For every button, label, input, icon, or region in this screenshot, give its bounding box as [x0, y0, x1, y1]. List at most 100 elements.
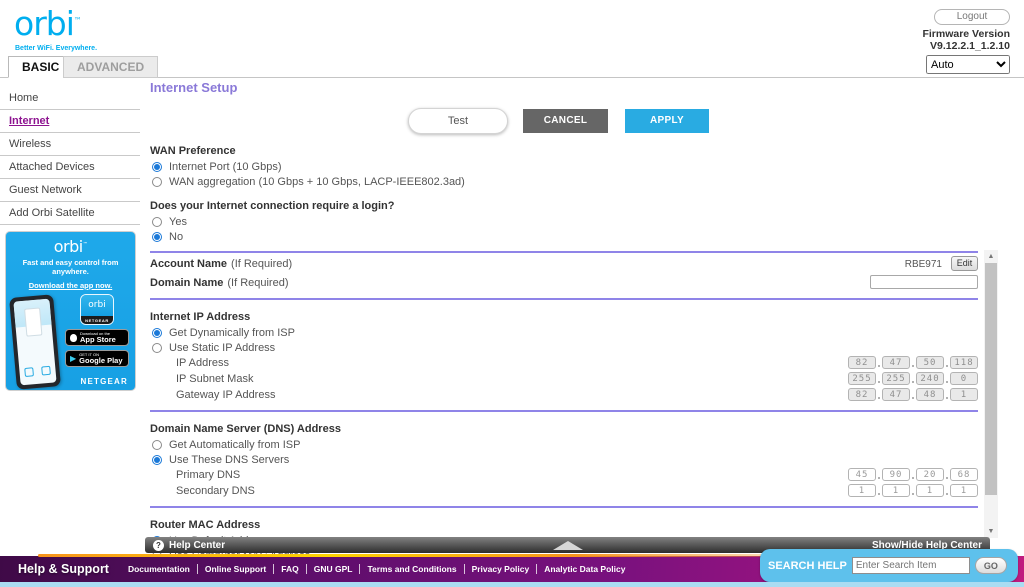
sidebar-item-home[interactable]: Home: [0, 87, 140, 110]
sidebar-item-internet[interactable]: Internet: [0, 110, 140, 133]
footer: Help & Support Documentation Online Supp…: [0, 556, 1024, 582]
play-icon: ▶: [70, 355, 76, 363]
subnet-octet-input[interactable]: [950, 372, 978, 385]
radio-button[interactable]: [152, 232, 162, 242]
radio-button[interactable]: [152, 177, 162, 187]
secondary-dns-octet-input[interactable]: [950, 484, 978, 497]
apply-button[interactable]: APPLY: [625, 109, 709, 133]
ip-subnet-mask-label: IP Subnet Mask: [176, 373, 253, 385]
netgear-wordmark: NETGEAR: [80, 377, 128, 386]
gateway-octet-input[interactable]: [950, 388, 978, 401]
footer-link-online-support[interactable]: Online Support: [197, 564, 273, 574]
radio-option-static-ip[interactable]: Use Static IP Address: [150, 340, 978, 355]
test-button[interactable]: Test: [408, 108, 508, 134]
radio-option-wan-aggregation[interactable]: WAN aggregation (10 Gbps + 10 Gbps, LACP…: [150, 174, 978, 189]
radio-button[interactable]: [152, 343, 162, 353]
ip-subnet-mask-row: IP Subnet Mask: [150, 371, 978, 387]
gateway-ip-row: Gateway IP Address: [150, 387, 978, 403]
radio-option-dns-auto[interactable]: Get Automatically from ISP: [150, 437, 978, 452]
account-name-value: RBE971: [905, 259, 942, 270]
login-question-label: Does your Internet connection require a …: [150, 200, 978, 214]
gateway-octet-input[interactable]: [848, 388, 876, 401]
ip-octet-input[interactable]: [848, 356, 876, 369]
section-divider: [150, 410, 978, 412]
secondary-dns-label: Secondary DNS: [176, 485, 255, 497]
app-store-badge[interactable]: Download on the App Store: [65, 329, 129, 346]
go-button[interactable]: GO: [975, 557, 1007, 574]
sidebar-item-wireless[interactable]: Wireless: [0, 133, 140, 156]
sidebar-item-guest-network[interactable]: Guest Network: [0, 179, 140, 202]
radio-button[interactable]: [152, 328, 162, 338]
gateway-octet-input[interactable]: [882, 388, 910, 401]
expand-arrow-icon[interactable]: [553, 541, 583, 550]
radio-option-login-no[interactable]: No: [150, 229, 978, 244]
page-title: Internet Setup: [150, 80, 978, 95]
edit-button[interactable]: Edit: [951, 256, 978, 271]
help-search-input[interactable]: [852, 557, 970, 574]
scrollbar-thumb[interactable]: [985, 263, 997, 495]
radio-option-login-yes[interactable]: Yes: [150, 214, 978, 229]
domain-name-row: Domain Name (If Required): [150, 275, 978, 291]
promo-headline: Fast and easy control from anywhere.: [6, 258, 135, 276]
radio-label: Use These DNS Servers: [169, 454, 289, 466]
domain-name-input[interactable]: [870, 275, 978, 289]
ip-octet-input[interactable]: [950, 356, 978, 369]
sidebar: Home Internet Wireless Attached Devices …: [0, 78, 140, 225]
promo-download-link[interactable]: Download the app now.: [6, 281, 135, 290]
primary-dns-octet-input[interactable]: [916, 468, 944, 481]
logo-tagline: Better WiFi. Everywhere.: [15, 45, 97, 52]
phone-app-icon: [24, 367, 34, 377]
help-center-label[interactable]: Help Center: [169, 540, 225, 551]
sidebar-item-add-orbi-satellite[interactable]: Add Orbi Satellite: [0, 202, 140, 225]
subnet-octet-input[interactable]: [848, 372, 876, 385]
google-play-badge[interactable]: ▶ GET IT ON Google Play: [65, 350, 129, 367]
radio-button[interactable]: [152, 455, 162, 465]
dns-section-label: Domain Name Server (DNS) Address: [150, 423, 978, 437]
footer-link-faq[interactable]: FAQ: [273, 564, 305, 574]
secondary-dns-octet-input[interactable]: [848, 484, 876, 497]
footer-link-gnu-gpl[interactable]: GNU GPL: [306, 564, 360, 574]
gateway-ip-label: Gateway IP Address: [176, 389, 275, 401]
account-name-label: Account Name: [150, 258, 227, 270]
secondary-dns-octet-input[interactable]: [882, 484, 910, 497]
radio-button[interactable]: [152, 217, 162, 227]
footer-link-analytic-data[interactable]: Analytic Data Policy: [536, 564, 632, 574]
section-divider: [150, 298, 978, 300]
ip-octet-input[interactable]: [882, 356, 910, 369]
vertical-scrollbar[interactable]: ▲ ▼: [984, 250, 998, 538]
account-name-hint: (If Required): [231, 258, 292, 270]
cancel-button[interactable]: CANCEL: [523, 109, 608, 133]
help-support-title: Help & Support: [18, 562, 109, 576]
primary-dns-octet-input[interactable]: [882, 468, 910, 481]
scroll-up-arrow-icon[interactable]: ▲: [984, 250, 998, 263]
internet-ip-label: Internet IP Address: [150, 311, 978, 325]
radio-option-dynamic-ip[interactable]: Get Dynamically from ISP: [150, 325, 978, 340]
radio-button[interactable]: [152, 162, 162, 172]
footer-link-privacy[interactable]: Privacy Policy: [464, 564, 537, 574]
tab-bar: BASIC ADVANCED: [0, 57, 1024, 78]
secondary-dns-octet-input[interactable]: [916, 484, 944, 497]
ip-address-row: IP Address: [150, 355, 978, 371]
bottom-accent-strip: [0, 582, 1024, 587]
phone-screen: [13, 299, 56, 386]
ip-address-label: IP Address: [176, 357, 229, 369]
radio-option-dns-manual[interactable]: Use These DNS Servers: [150, 452, 978, 467]
subnet-octet-input[interactable]: [882, 372, 910, 385]
logout-button[interactable]: Logout: [934, 9, 1010, 25]
footer-link-documentation[interactable]: Documentation: [121, 564, 197, 574]
subnet-octet-input[interactable]: [916, 372, 944, 385]
phone-image: [9, 294, 61, 389]
search-help-area: SEARCH HELP GO: [760, 549, 1018, 582]
primary-dns-label: Primary DNS: [176, 469, 240, 481]
gateway-octet-input[interactable]: [916, 388, 944, 401]
radio-option-internet-port[interactable]: Internet Port (10 Gbps): [150, 159, 978, 174]
trademark: ™: [74, 16, 82, 25]
primary-dns-octet-input[interactable]: [950, 468, 978, 481]
sidebar-item-attached-devices[interactable]: Attached Devices: [0, 156, 140, 179]
radio-button[interactable]: [152, 440, 162, 450]
primary-dns-octet-input[interactable]: [848, 468, 876, 481]
domain-name-label: Domain Name: [150, 277, 223, 289]
tab-advanced[interactable]: ADVANCED: [63, 56, 158, 78]
ip-octet-input[interactable]: [916, 356, 944, 369]
footer-link-terms[interactable]: Terms and Conditions: [359, 564, 463, 574]
